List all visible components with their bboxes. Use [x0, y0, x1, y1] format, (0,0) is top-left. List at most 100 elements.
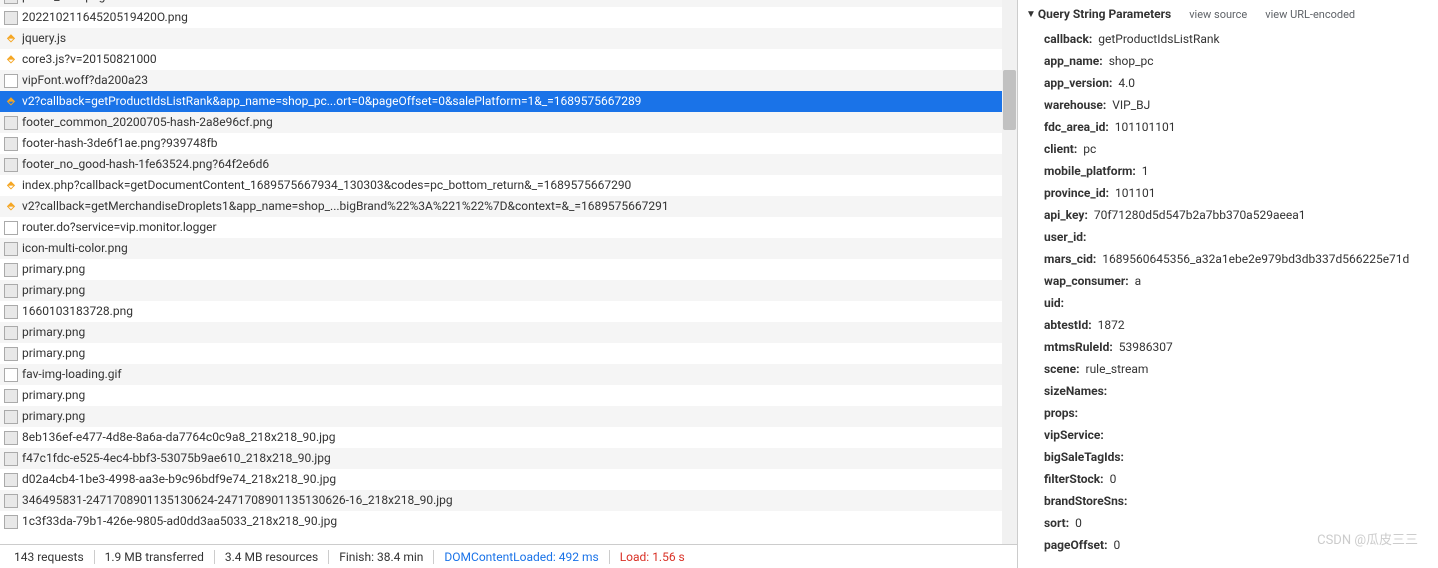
param-key: pageOffset [1044, 537, 1107, 553]
param-key: props [1044, 405, 1078, 421]
request-list[interactable]: police_icon.png20221021164520519420O.png… [0, 0, 1017, 544]
param-row[interactable]: brandStoreSns [1044, 490, 1430, 512]
request-row[interactable]: router.do?service=vip.monitor.logger [0, 217, 1017, 238]
request-row[interactable]: d02a4cb4-1be3-4998-aa3e-b9c96bdf9e74_218… [0, 469, 1017, 490]
request-name: 8eb136ef-e477-4d8e-8a6a-da7764c0c9a8_218… [22, 427, 335, 448]
request-name: router.do?service=vip.monitor.logger [22, 217, 217, 238]
param-row[interactable]: fdc_area_id101101101 [1044, 116, 1430, 138]
param-key: uid [1044, 295, 1064, 311]
status-separator [94, 550, 95, 564]
param-row[interactable]: sort0 [1044, 512, 1430, 534]
image-icon [4, 347, 18, 361]
param-row[interactable]: sizeNames [1044, 380, 1430, 402]
param-row[interactable]: warehouseVIP_BJ [1044, 94, 1430, 116]
request-name: v2?callback=getProductIdsListRank&app_na… [22, 91, 641, 112]
param-row[interactable]: props [1044, 402, 1430, 424]
param-row[interactable]: mobile_platform1 [1044, 160, 1430, 182]
request-row[interactable]: primary.png [0, 343, 1017, 364]
request-name: d02a4cb4-1be3-4998-aa3e-b9c96bdf9e74_218… [22, 469, 336, 490]
param-key: bigSaleTagIds [1044, 449, 1124, 465]
script-icon: ⬘ [4, 53, 18, 67]
request-name: jquery.js [22, 28, 66, 49]
view-url-encoded-link[interactable]: view URL-encoded [1265, 8, 1355, 21]
request-row[interactable]: 8eb136ef-e477-4d8e-8a6a-da7764c0c9a8_218… [0, 427, 1017, 448]
request-row[interactable]: icon-multi-color.png [0, 238, 1017, 259]
param-row[interactable]: callbackgetProductIdsListRank [1044, 28, 1430, 50]
request-row[interactable]: primary.png [0, 406, 1017, 427]
param-row[interactable]: app_nameshop_pc [1044, 50, 1430, 72]
param-key: api_key [1044, 207, 1088, 223]
request-name: primary.png [22, 385, 85, 406]
param-row[interactable]: uid [1044, 292, 1430, 314]
param-row[interactable]: vipService [1044, 424, 1430, 446]
image-icon [4, 431, 18, 445]
request-row[interactable]: primary.png [0, 280, 1017, 301]
request-row[interactable]: footer-hash-3de6f1ae.png?939748fb [0, 133, 1017, 154]
request-row[interactable]: ⬘ core3.js?v=20150821000 [0, 49, 1017, 70]
param-value: pc [1077, 141, 1096, 157]
request-row[interactable]: ⬘v2?callback=getMerchandiseDroplets1&app… [0, 196, 1017, 217]
request-row[interactable]: 1c3f33da-79b1-426e-9805-ad0dd3aa5033_218… [0, 511, 1017, 532]
param-row[interactable]: bigSaleTagIds [1044, 446, 1430, 468]
query-params-list: callbackgetProductIdsListRankapp_namesho… [1026, 24, 1430, 556]
request-row[interactable]: fav-img-loading.gif [0, 364, 1017, 385]
param-key: brandStoreSns [1044, 493, 1127, 509]
param-key: mtmsRuleId [1044, 339, 1113, 355]
param-row[interactable]: mtmsRuleId53986307 [1044, 336, 1430, 358]
param-row[interactable]: wap_consumera [1044, 270, 1430, 292]
image-icon [4, 410, 18, 424]
document-icon [4, 221, 18, 235]
request-row[interactable]: ⬘ jquery.js [0, 28, 1017, 49]
script-icon: ⬘ [4, 95, 18, 109]
request-row[interactable]: primary.png [0, 322, 1017, 343]
image-icon [4, 452, 18, 466]
param-key: wap_consumer [1044, 273, 1129, 289]
status-finish: Finish: 38.4 min [333, 550, 429, 564]
request-row[interactable]: 346495831-2471708901135130624-2471708901… [0, 490, 1017, 511]
request-row[interactable]: primary.png [0, 385, 1017, 406]
param-row[interactable]: mars_cid1689560645356_a32a1ebe2e979bd3db… [1044, 248, 1430, 270]
request-row[interactable]: footer_common_20200705-hash-2a8e96cf.png [0, 112, 1017, 133]
request-name: primary.png [22, 280, 85, 301]
request-row[interactable]: ⬘index.php?callback=getDocumentContent_1… [0, 175, 1017, 196]
param-row[interactable]: api_key70f71280d5d547b2a7bb370a529aeea1 [1044, 204, 1430, 226]
request-name: core3.js?v=20150821000 [22, 49, 157, 70]
param-value [1127, 493, 1133, 509]
request-row[interactable]: footer_no_good-hash-1fe63524.png?64f2e6d… [0, 154, 1017, 175]
param-value: 1 [1136, 163, 1149, 179]
script-icon: ⬘ [4, 200, 18, 214]
param-row[interactable]: clientpc [1044, 138, 1430, 160]
list-scrollbar[interactable] [1002, 0, 1017, 544]
request-row[interactable]: police_icon.png [0, 0, 1017, 7]
request-name: primary.png [22, 406, 85, 427]
param-row[interactable]: scenerule_stream [1044, 358, 1430, 380]
status-bar: 143 requests 1.9 MB transferred 3.4 MB r… [0, 544, 1017, 568]
param-value: rule_stream [1080, 361, 1149, 377]
status-separator [609, 550, 610, 564]
param-row[interactable]: user_id [1044, 226, 1430, 248]
request-row[interactable]: ⬘ v2?callback=getProductIdsListRank&app_n… [0, 91, 1017, 112]
script-icon: ⬘ [4, 32, 18, 46]
query-params-header[interactable]: ▼ Query String Parameters view source vi… [1026, 4, 1430, 24]
param-row[interactable]: filterStock0 [1044, 468, 1430, 490]
request-row[interactable]: f47c1fdc-e525-4ec4-bbf3-53075b9ae610_218… [0, 448, 1017, 469]
param-row[interactable]: app_version4.0 [1044, 72, 1430, 94]
view-source-link[interactable]: view source [1189, 8, 1247, 21]
scrollbar-thumb[interactable] [1003, 70, 1016, 130]
status-transferred: 1.9 MB transferred [99, 550, 210, 564]
image-icon [4, 326, 18, 340]
image-icon [4, 284, 18, 298]
request-row[interactable]: vipFont.woff?da200a23 [0, 70, 1017, 91]
param-value: getProductIdsListRank [1092, 31, 1219, 47]
request-row[interactable]: 1660103183728.png [0, 301, 1017, 322]
param-value [1078, 405, 1084, 421]
param-key: filterStock [1044, 471, 1104, 487]
param-key: mobile_platform [1044, 163, 1136, 179]
param-row[interactable]: abtestId1872 [1044, 314, 1430, 336]
param-row[interactable]: province_id101101 [1044, 182, 1430, 204]
param-value [1086, 229, 1092, 245]
request-row[interactable]: primary.png [0, 259, 1017, 280]
param-row[interactable]: pageOffset0 [1044, 534, 1430, 556]
request-name: footer_common_20200705-hash-2a8e96cf.png [22, 112, 273, 133]
request-row[interactable]: 20221021164520519420O.png [0, 7, 1017, 28]
